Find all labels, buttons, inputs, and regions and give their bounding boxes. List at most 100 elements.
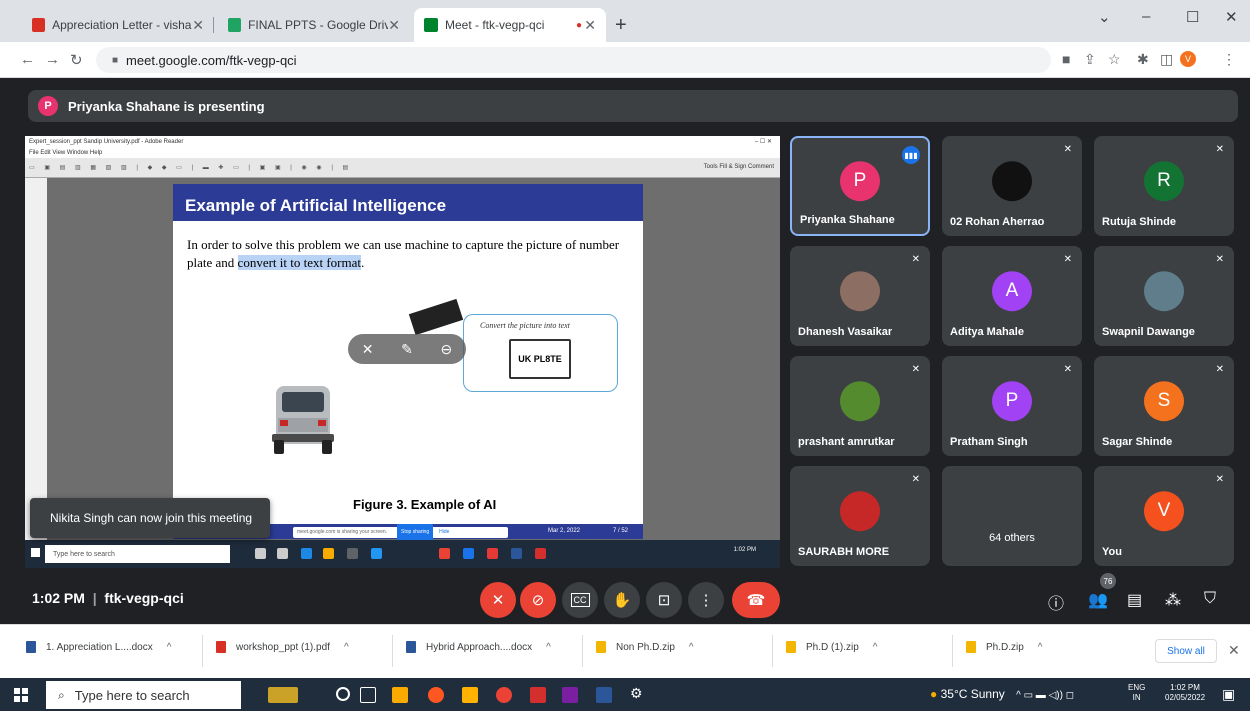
url-input[interactable]: ■ meet.google.com/ftk-vegp-qci <box>96 47 1051 73</box>
task-view-icon[interactable] <box>360 687 376 703</box>
pen-icon[interactable]: ✎ <box>401 341 413 358</box>
participant-tile[interactable]: SAURABH MORE ✕ <box>790 466 930 566</box>
close-tab-icon[interactable]: ✕ <box>388 17 400 34</box>
download-item[interactable]: Ph.D.zip ^ <box>966 641 1043 653</box>
participant-avatar: P <box>840 161 880 202</box>
gmail-icon <box>32 18 46 32</box>
leave-call-button[interactable]: ☎ <box>732 582 780 618</box>
participant-tile[interactable]: R Rutuja Shinde ✕ <box>1094 136 1234 236</box>
drive-icon <box>228 18 242 32</box>
participant-avatar: S <box>1144 381 1184 422</box>
captions-button[interactable]: CC <box>562 582 598 618</box>
download-item[interactable]: workshop_ppt (1).pdf ^ <box>216 641 349 653</box>
word-icon <box>511 548 522 559</box>
system-clock[interactable]: 1:02 PM 02/05/2022 <box>1165 683 1205 703</box>
meeting-details-icon[interactable]: ⓘ <box>1048 590 1064 614</box>
cortana-icon[interactable] <box>336 687 350 701</box>
chevron-up-icon[interactable]: ^ <box>689 642 694 653</box>
participant-tile[interactable]: 64 others <box>942 466 1082 566</box>
profile-avatar[interactable]: V <box>1180 51 1196 67</box>
tab-search-icon[interactable]: ⌄ <box>1098 8 1111 26</box>
taskbar-search-input[interactable]: ⌕ Type here to search <box>46 681 241 709</box>
forward-icon[interactable]: → <box>45 51 60 68</box>
participant-tile[interactable]: P Pratham Singh ✕ <box>942 356 1082 456</box>
activities-icon[interactable]: ⁂ <box>1165 590 1181 610</box>
news-widget-icon[interactable] <box>268 687 298 703</box>
close-downloads-icon[interactable]: ✕ <box>1228 642 1240 659</box>
more-options-button[interactable]: ⋮ <box>688 582 724 618</box>
chevron-up-icon[interactable]: ^ <box>344 642 349 653</box>
windows-start-icon <box>31 548 40 557</box>
raise-hand-button[interactable]: ✋ <box>604 582 640 618</box>
present-button[interactable]: ⊡ <box>646 582 682 618</box>
clock-date: 02/05/2022 <box>1165 693 1206 702</box>
teams-icon[interactable] <box>562 687 578 703</box>
participant-tile[interactable]: A Aditya Mahale ✕ <box>942 246 1082 346</box>
close-tab-icon[interactable]: ✕ <box>584 17 596 34</box>
sidepanel-icon[interactable]: ◫ <box>1160 51 1173 68</box>
maximize-icon[interactable]: ☐ <box>1186 8 1199 26</box>
download-item[interactable]: 1. Appreciation L....docx ^ <box>26 641 171 653</box>
participant-name: Swapnil Dawange <box>1102 326 1195 338</box>
menu-kebab-icon[interactable]: ⋮ <box>1222 51 1236 68</box>
notification-icon[interactable]: ▣ <box>1222 686 1235 703</box>
share-icon[interactable]: ⇪ <box>1084 51 1096 68</box>
windows-start-icon[interactable] <box>14 688 28 702</box>
chrome-icon[interactable] <box>496 687 512 703</box>
hide-notice-button[interactable]: Hide <box>439 525 449 540</box>
download-item[interactable]: Hybrid Approach....docx ^ <box>406 641 551 653</box>
download-item[interactable]: Ph.D (1).zip ^ <box>786 641 878 653</box>
new-tab-icon[interactable]: + <box>615 14 627 37</box>
acrobat-icon <box>535 548 546 559</box>
file-explorer-icon[interactable] <box>392 687 408 703</box>
download-item[interactable]: Non Ph.D.zip ^ <box>596 641 694 653</box>
camera-icon[interactable]: ■ <box>1062 51 1070 67</box>
back-icon[interactable]: ← <box>20 51 35 68</box>
sticky-notes-icon[interactable] <box>462 687 478 703</box>
meeting-code: ftk-vegp-qci <box>104 590 184 606</box>
participant-name: Aditya Mahale <box>950 326 1024 338</box>
participant-tile[interactable]: 02 Rohan Aherrao ✕ <box>942 136 1082 236</box>
tab-drive[interactable]: FINAL PPTS - Google Drive ✕ <box>218 8 410 42</box>
word-icon[interactable] <box>596 687 612 703</box>
chevron-up-icon[interactable]: ^ <box>167 642 172 653</box>
stop-sharing-button[interactable]: Stop sharing <box>397 524 434 541</box>
chevron-up-icon[interactable]: ^ <box>1038 642 1043 653</box>
mic-muted-icon: ✕ <box>1215 364 1224 375</box>
sharing-notice-text: meet.google.com is sharing your screen. <box>297 529 388 535</box>
tab-meet[interactable]: Meet - ftk-vegp-qci ● ✕ <box>414 8 606 42</box>
extensions-icon[interactable]: ✱ <box>1137 51 1149 68</box>
participant-tile[interactable]: S Sagar Shinde ✕ <box>1094 356 1234 456</box>
chat-icon[interactable]: ▤ <box>1127 590 1142 610</box>
input-language[interactable]: ENG IN <box>1128 683 1145 703</box>
chevron-up-icon[interactable]: ^ <box>873 642 878 653</box>
participant-tile[interactable]: V You ✕ <box>1094 466 1234 566</box>
settings-gear-icon[interactable]: ⚙ <box>630 685 646 701</box>
participant-tile[interactable]: Swapnil Dawange ✕ <box>1094 246 1234 346</box>
lang-line-2: IN <box>1132 693 1141 702</box>
slide-body: In order to solve this problem we can us… <box>187 236 627 272</box>
participant-tile[interactable]: P Priyanka Shahane ▮▮▮ <box>790 136 930 236</box>
stop-icon[interactable]: ⊖ <box>440 341 452 358</box>
participant-tile[interactable]: Dhanesh Vasaikar ✕ <box>790 246 930 346</box>
tab-gmail[interactable]: Appreciation Letter - vishal.mahi ✕ <box>22 8 214 42</box>
show-all-button[interactable]: Show all <box>1155 639 1217 663</box>
close-window-icon[interactable]: ✕ <box>1225 8 1238 26</box>
host-controls-icon[interactable]: ⛉ <box>1204 590 1216 608</box>
minimize-icon[interactable]: – <box>1142 8 1150 25</box>
participant-avatar <box>840 491 880 532</box>
mic-off-icon[interactable]: ✕ <box>362 341 374 358</box>
close-tab-icon[interactable]: ✕ <box>192 17 204 34</box>
camera-off-button[interactable]: ⊘ <box>520 582 556 618</box>
mic-off-button[interactable]: ✕ <box>480 582 516 618</box>
participant-tile[interactable]: prashant amrutkar ✕ <box>790 356 930 456</box>
participant-avatar <box>1144 271 1184 312</box>
firefox-icon[interactable] <box>428 687 444 703</box>
system-tray-weather[interactable]: ● 35°C Sunny ^ ▭ ▬ ◁)) ◻ <box>930 687 1074 701</box>
acrobat-icon[interactable] <box>530 687 546 703</box>
people-icon[interactable]: 👥 <box>1088 590 1108 610</box>
chevron-up-icon[interactable]: ^ <box>546 642 551 653</box>
reload-icon[interactable]: ↻ <box>70 51 83 69</box>
bookmark-star-icon[interactable]: ☆ <box>1108 51 1121 68</box>
screen-share-controls[interactable]: ✕ ✎ ⊖ <box>348 334 466 364</box>
